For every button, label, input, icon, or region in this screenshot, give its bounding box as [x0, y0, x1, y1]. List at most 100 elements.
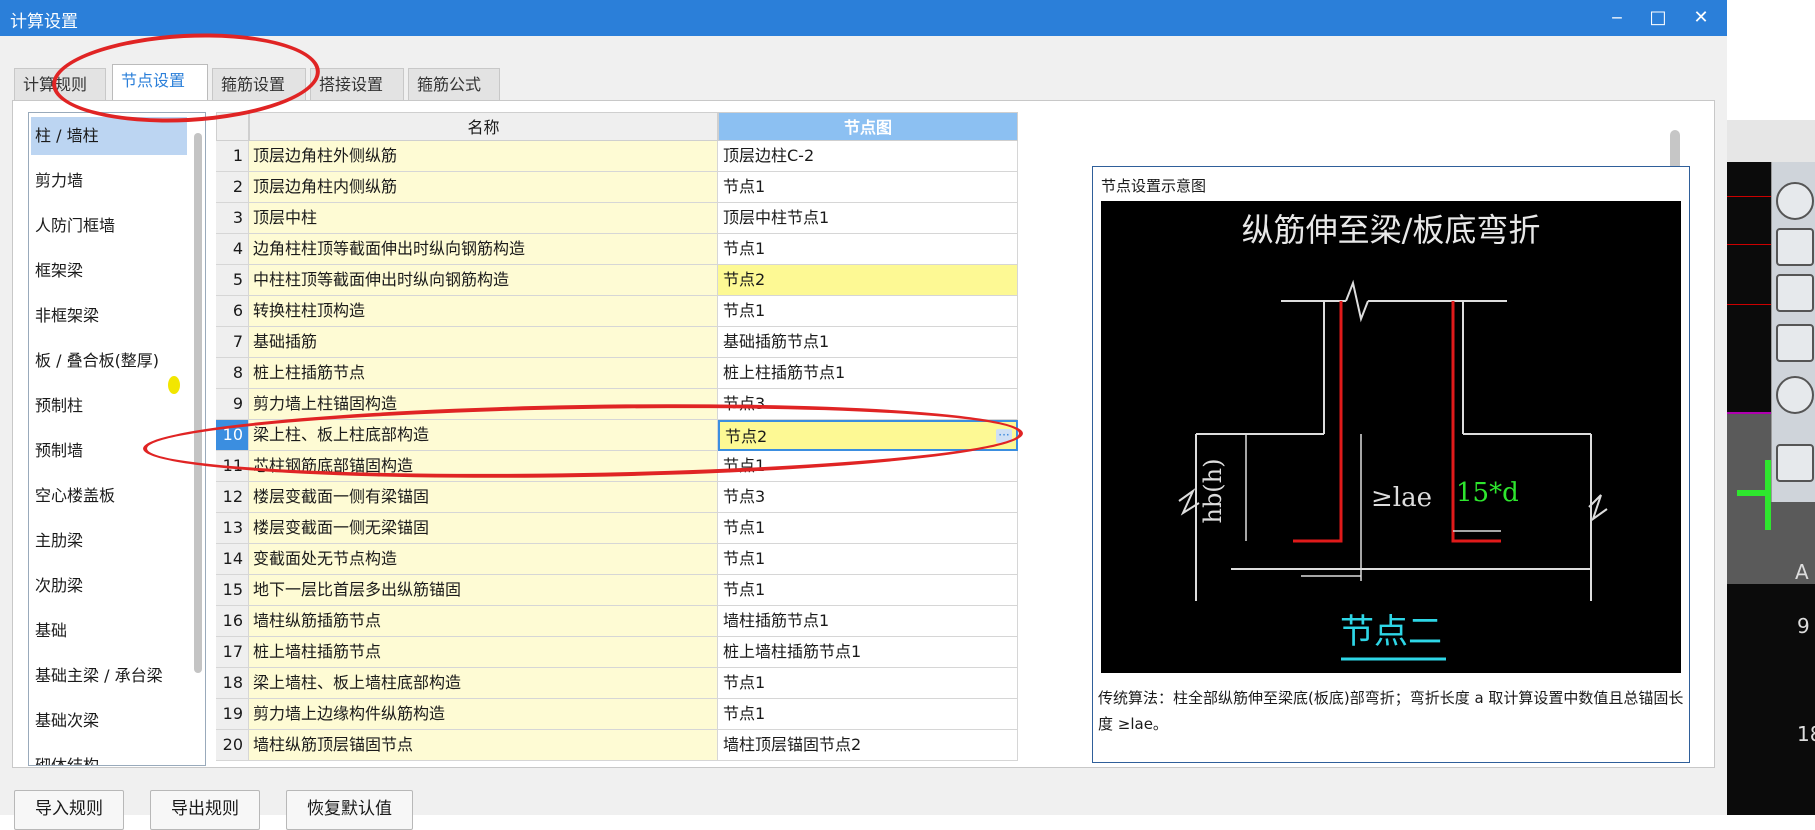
window-title: 计算设置	[10, 12, 78, 32]
tab-lap-settings[interactable]: 搭接设置	[310, 68, 404, 100]
table-row[interactable]: 8 桩上柱插筋节点 桩上柱插筋节点1	[216, 358, 1018, 389]
tab-stirrup-formula[interactable]: 箍筋公式	[408, 68, 500, 100]
title-bar[interactable]: 计算设置 ‒ □ ✕	[0, 0, 1727, 36]
table-row[interactable]: 3 顶层中柱 顶层中柱节点1	[216, 203, 1018, 234]
row-node-value[interactable]: 节点1	[718, 668, 1018, 699]
table-row[interactable]: 7 基础插筋 基础插筋节点1	[216, 327, 1018, 358]
maximize-icon[interactable]: □	[1643, 4, 1673, 32]
row-node-value[interactable]: 顶层中柱节点1	[718, 203, 1018, 234]
export-rules-button[interactable]: 导出规则	[150, 790, 260, 830]
category-item[interactable]: 次肋梁	[31, 567, 187, 605]
row-node-value[interactable]: 节点1	[718, 234, 1018, 265]
row-number: 14	[216, 544, 249, 575]
row-node-value[interactable]: 节点2	[718, 265, 1018, 296]
table-row[interactable]: 18 梁上墙柱、板上墙柱底部构造 节点1	[216, 668, 1018, 699]
row-name: 墙柱纵筋顶层锚固节点	[249, 730, 718, 761]
layout-icon[interactable]	[1776, 444, 1814, 482]
row-name: 顶层中柱	[249, 203, 718, 234]
row-name: 剪力墙上边缘构件纵筋构造	[249, 699, 718, 730]
row-name: 变截面处无节点构造	[249, 544, 718, 575]
cad-axis-label: A	[1795, 560, 1809, 584]
column-header-node[interactable]: 节点图	[718, 112, 1018, 141]
table-row[interactable]: 6 转换柱柱顶构造 节点1	[216, 296, 1018, 327]
node-preview-panel: 节点设置示意图 纵筋伸至梁/板底弯折 hb(h) ≥lae 15*d 节点二 传…	[1092, 166, 1690, 763]
cad-axis-label: 18	[1797, 722, 1815, 746]
row-node-value[interactable]: 桩上柱插筋节点1	[718, 358, 1018, 389]
row-node-value[interactable]: 基础插筋节点1	[718, 327, 1018, 358]
category-item[interactable]: 柱 / 墙柱	[31, 117, 187, 155]
table-row[interactable]: 1 顶层边角柱外侧纵筋 顶层边柱C-2	[216, 141, 1018, 172]
restore-defaults-button[interactable]: 恢复默认值	[286, 790, 413, 830]
table-row[interactable]: 16 墙柱纵筋插筋节点 墙柱插筋节点1	[216, 606, 1018, 637]
table-row[interactable]: 4 边角柱柱顶等截面伸出时纵向钢筋构造 节点1	[216, 234, 1018, 265]
row-number: 5	[216, 265, 249, 296]
row-name: 基础插筋	[249, 327, 718, 358]
close-icon[interactable]: ✕	[1686, 4, 1716, 32]
row-number: 9	[216, 389, 249, 420]
minimize-icon[interactable]: ‒	[1602, 4, 1632, 32]
category-item[interactable]: 板 / 叠合板(整厚)	[31, 342, 187, 380]
table-row[interactable]: 13 楼层变截面一侧无梁锚固 节点1	[216, 513, 1018, 544]
row-node-value[interactable]: 顶层边柱C-2	[718, 141, 1018, 172]
table-row[interactable]: 17 桩上墙柱插筋节点 桩上墙柱插筋节点1	[216, 637, 1018, 668]
cad-toolbar-strip	[1727, 120, 1815, 162]
row-name: 墙柱纵筋插筋节点	[249, 606, 718, 637]
category-item[interactable]: 基础	[31, 612, 187, 650]
row-node-value[interactable]: 墙柱顶层锚固节点2	[718, 730, 1018, 761]
preview-title: 节点设置示意图	[1101, 177, 1207, 195]
node-diagram-svg: 纵筋伸至梁/板底弯折 hb(h) ≥lae 15*d 节点二	[1178, 211, 1608, 661]
cursor-highlight-dot	[168, 376, 180, 394]
category-item[interactable]: 主肋梁	[31, 522, 187, 560]
category-item[interactable]: 框架梁	[31, 252, 187, 290]
row-node-value[interactable]: 节点1	[718, 296, 1018, 327]
row-node-value[interactable]: 节点1	[718, 575, 1018, 606]
table-row[interactable]: 19 剪力墙上边缘构件纵筋构造 节点1	[216, 699, 1018, 730]
category-item[interactable]: 空心楼盖板	[31, 477, 187, 515]
row-node-value[interactable]: 墙柱插筋节点1	[718, 606, 1018, 637]
dim-hb-label: hb(h)	[1199, 458, 1227, 523]
row-number: 20	[216, 730, 249, 761]
import-rules-button[interactable]: 导入规则	[14, 790, 124, 830]
column-header-name[interactable]: 名称	[249, 112, 718, 141]
table-row[interactable]: 15 地下一层比首层多出纵筋锚固 节点1	[216, 575, 1018, 606]
row-number: 16	[216, 606, 249, 637]
table-row[interactable]: 2 顶层边角柱内侧纵筋 节点1	[216, 172, 1018, 203]
row-node-value[interactable]: 节点1	[718, 699, 1018, 730]
row-number: 12	[216, 482, 249, 513]
row-node-value[interactable]: 桩上墙柱插筋节点1	[718, 637, 1018, 668]
table-row[interactable]: 12 楼层变截面一侧有梁锚固 节点3	[216, 482, 1018, 513]
category-item[interactable]: 人防门框墙	[31, 207, 187, 245]
category-item[interactable]: 基础主梁 / 承台梁	[31, 657, 187, 695]
box-view-icon[interactable]	[1776, 274, 1814, 312]
row-node-value[interactable]: 节点1	[718, 513, 1018, 544]
row-number: 15	[216, 575, 249, 606]
table-row[interactable]: 14 变截面处无节点构造 节点1	[216, 544, 1018, 575]
row-number: 19	[216, 699, 249, 730]
category-scrollbar[interactable]	[194, 133, 202, 673]
category-item[interactable]: 基础次梁	[31, 702, 187, 740]
category-item[interactable]: 非框架梁	[31, 297, 187, 335]
diagram-heading: 纵筋伸至梁/板底弯折	[1242, 211, 1541, 249]
row-number: 18	[216, 668, 249, 699]
row-node-value[interactable]: 节点3	[718, 482, 1018, 513]
orbit-icon[interactable]	[1776, 182, 1814, 220]
row-name: 转换柱柱顶构造	[249, 296, 718, 327]
row-name: 地下一层比首层多出纵筋锚固	[249, 575, 718, 606]
category-item[interactable]: 预制柱	[31, 387, 187, 425]
3d-view-icon[interactable]	[1776, 228, 1814, 266]
rotate-icon[interactable]	[1776, 376, 1814, 414]
cube-icon[interactable]	[1776, 324, 1814, 362]
category-item[interactable]: 剪力墙	[31, 162, 187, 200]
dim-15d-label: 15*d	[1456, 478, 1519, 508]
row-name: 楼层变截面一侧无梁锚固	[249, 513, 718, 544]
row-node-value[interactable]: 节点1	[718, 172, 1018, 203]
table-row[interactable]: 5 中柱柱顶等截面伸出时纵向钢筋构造 节点2	[216, 265, 1018, 296]
category-item[interactable]: 砌体结构	[31, 747, 187, 765]
table-row[interactable]: 20 墙柱纵筋顶层锚固节点 墙柱顶层锚固节点2	[216, 730, 1018, 761]
row-name: 梁上墙柱、板上墙柱底部构造	[249, 668, 718, 699]
node-diagram: 纵筋伸至梁/板底弯折 hb(h) ≥lae 15*d 节点二	[1101, 201, 1681, 673]
row-number: 2	[216, 172, 249, 203]
row-node-value[interactable]: 节点1	[718, 544, 1018, 575]
row-name: 边角柱柱顶等截面伸出时纵向钢筋构造	[249, 234, 718, 265]
row-number: 17	[216, 637, 249, 668]
